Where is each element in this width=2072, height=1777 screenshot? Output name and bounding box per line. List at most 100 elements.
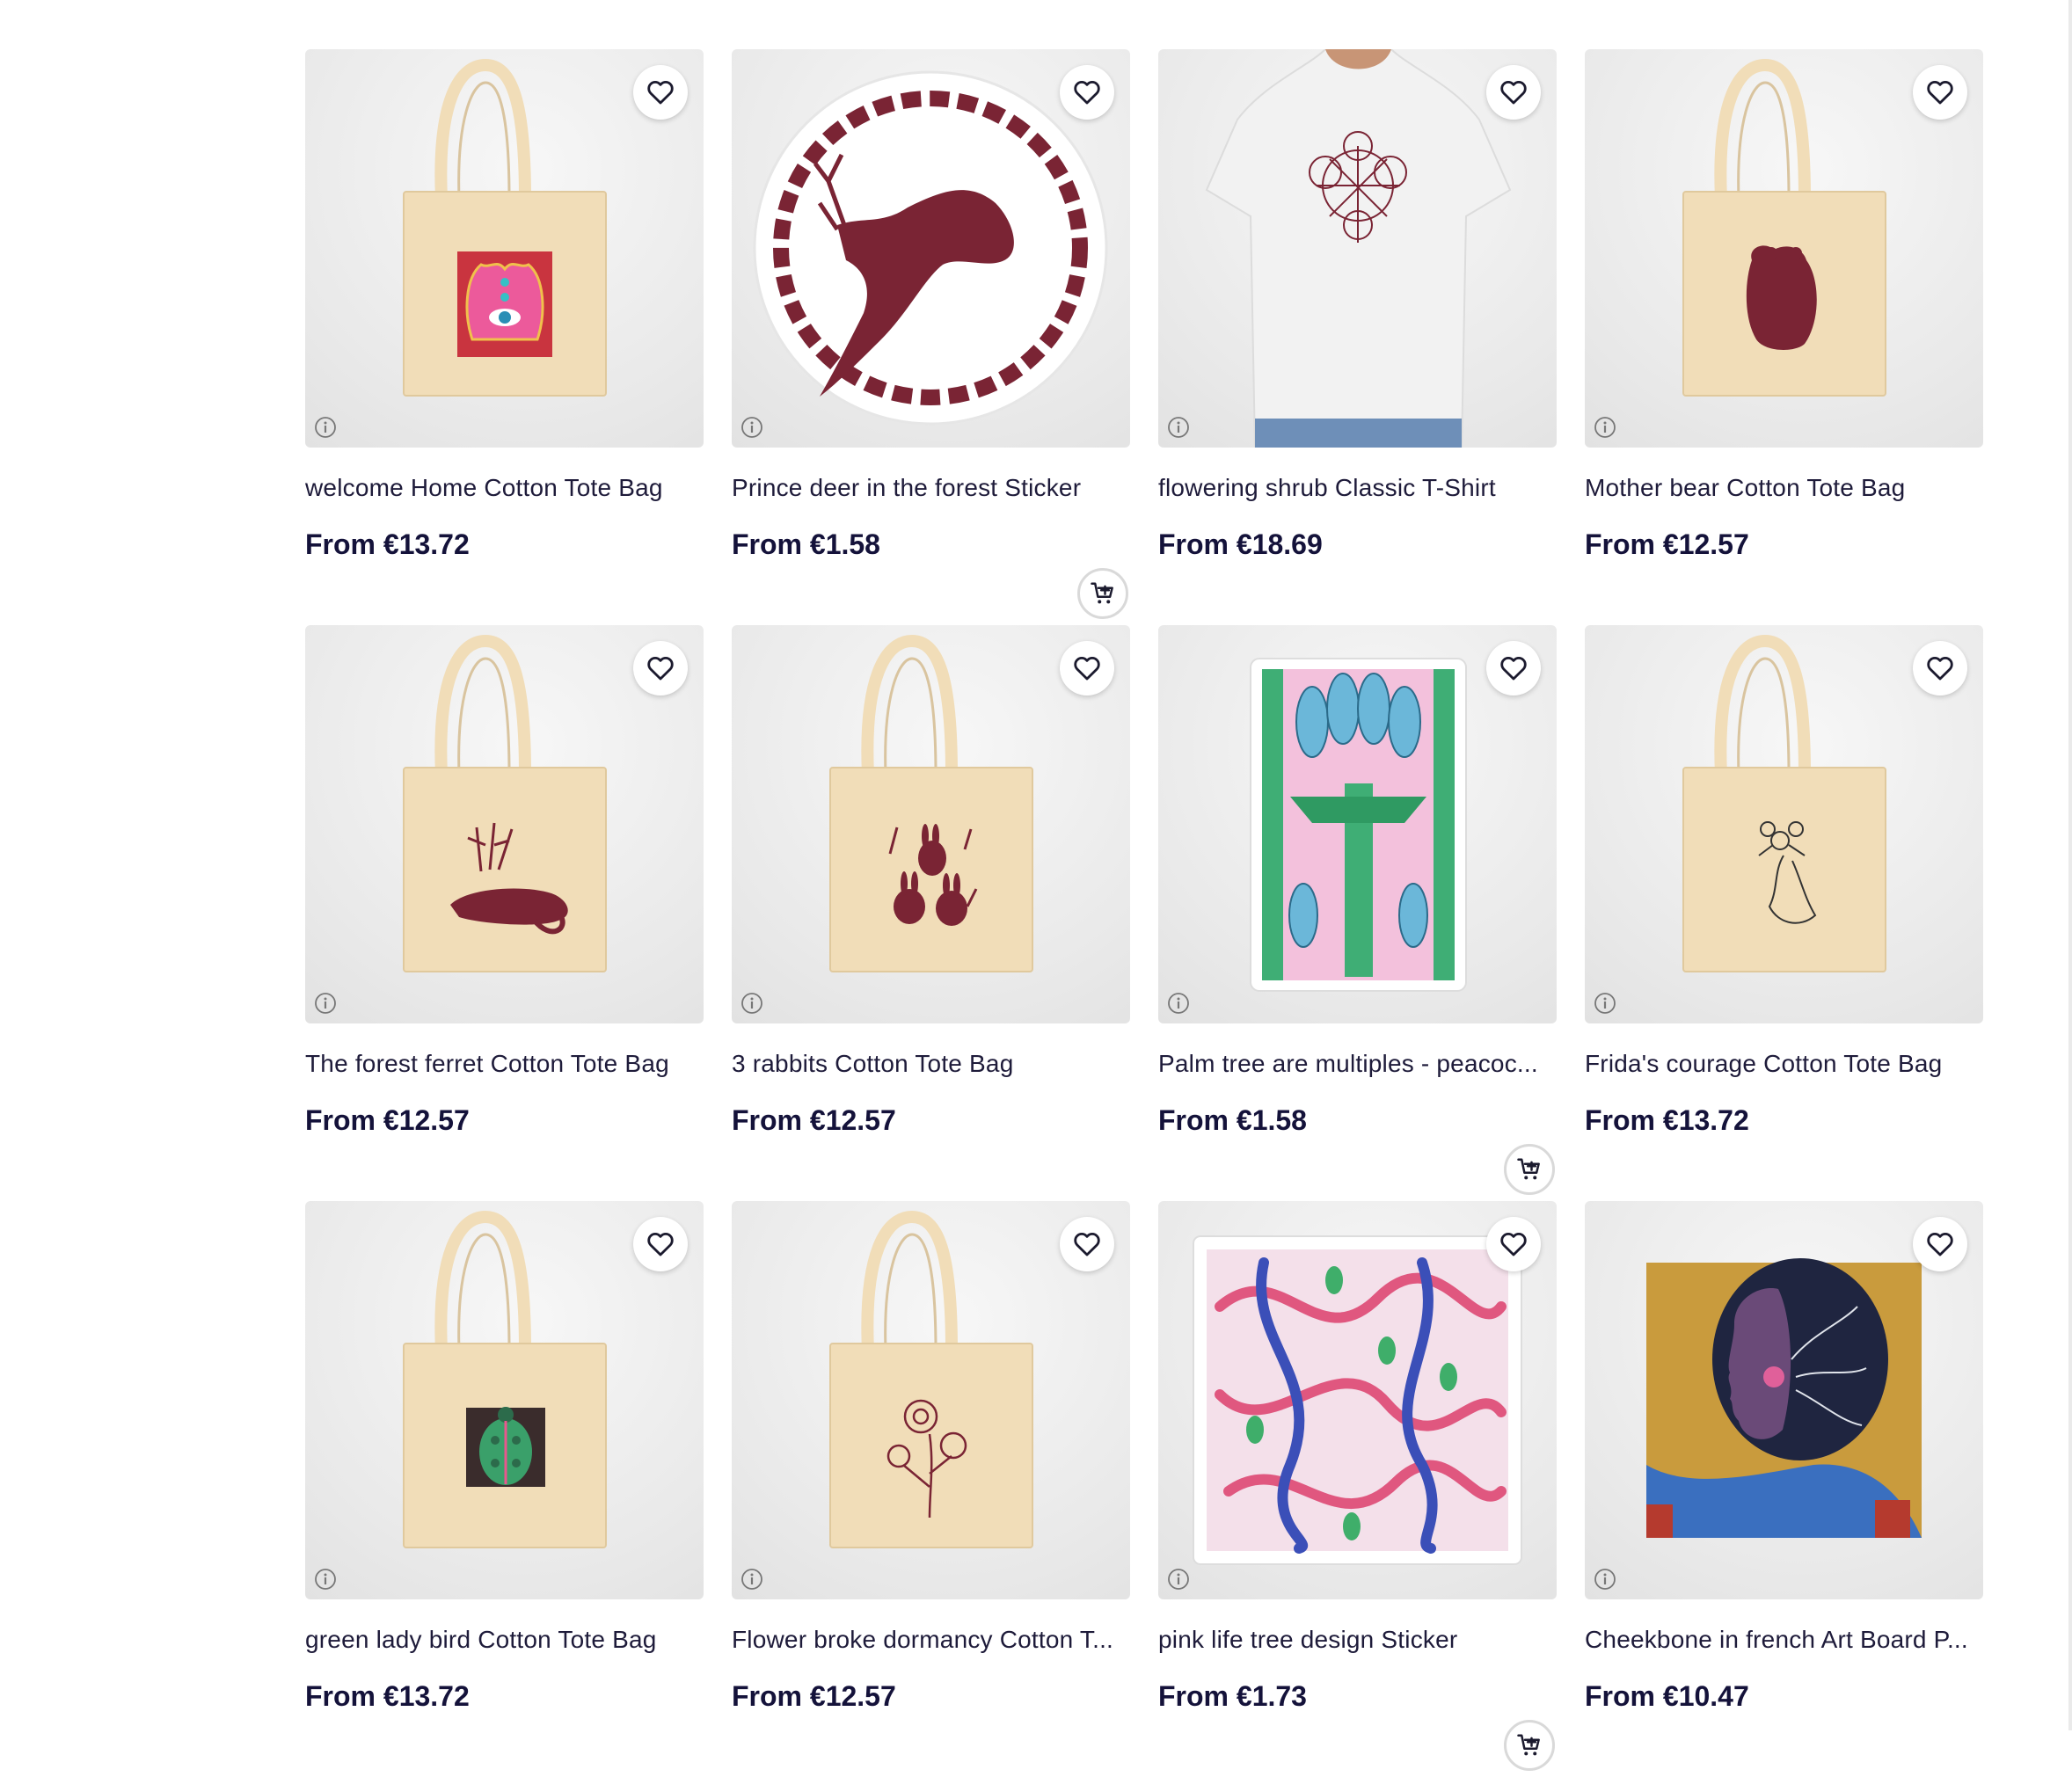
product-title[interactable]: Frida's courage Cotton Tote Bag — [1585, 1046, 1983, 1081]
product-image[interactable] — [305, 1201, 704, 1599]
product-title[interactable]: Mother bear Cotton Tote Bag — [1585, 470, 1983, 506]
product-title[interactable]: green lady bird Cotton Tote Bag — [305, 1622, 704, 1657]
product-image[interactable] — [305, 625, 704, 1023]
product-price: From €12.57 — [1585, 528, 1749, 560]
info-button[interactable] — [314, 992, 337, 1015]
product-image[interactable] — [1158, 625, 1557, 1023]
product-image[interactable] — [732, 625, 1130, 1023]
product-title[interactable]: pink life tree design Sticker — [1158, 1622, 1557, 1657]
favorite-button[interactable] — [1486, 641, 1541, 696]
product-image[interactable] — [305, 49, 704, 448]
info-button[interactable] — [1594, 416, 1616, 439]
product-price: From €12.57 — [732, 1104, 896, 1136]
info-icon — [1594, 417, 1616, 438]
info-icon — [741, 417, 762, 438]
info-button[interactable] — [1167, 416, 1190, 439]
heart-icon — [647, 1232, 674, 1256]
heart-icon — [1927, 80, 1953, 105]
favorite-button[interactable] — [1060, 641, 1114, 696]
product-title[interactable]: Prince deer in the forest Sticker — [732, 470, 1130, 506]
product-card[interactable]: Prince deer in the forest Sticker From €… — [732, 49, 1130, 625]
info-button[interactable] — [1167, 992, 1190, 1015]
heart-icon — [1074, 656, 1100, 681]
product-card[interactable]: The forest ferret Cotton Tote Bag From €… — [305, 625, 704, 1201]
product-card[interactable]: green lady bird Cotton Tote Bag From €13… — [305, 1201, 704, 1777]
favorite-button[interactable] — [1913, 65, 1967, 120]
product-price: From €1.58 — [1158, 1104, 1307, 1136]
product-title[interactable]: 3 rabbits Cotton Tote Bag — [732, 1046, 1130, 1081]
product-card[interactable]: Mother bear Cotton Tote Bag From €12.57 — [1585, 49, 1983, 625]
product-card[interactable]: Frida's courage Cotton Tote Bag From €13… — [1585, 625, 1983, 1201]
heart-icon — [1927, 656, 1953, 681]
product-card[interactable]: Palm tree are multiples - peacoc... From… — [1158, 625, 1557, 1201]
product-price: From €18.69 — [1158, 528, 1323, 560]
info-button[interactable] — [1594, 1568, 1616, 1591]
add-to-cart-button[interactable] — [1504, 1720, 1555, 1771]
product-title[interactable]: welcome Home Cotton Tote Bag — [305, 470, 704, 506]
info-button[interactable] — [314, 1568, 337, 1591]
product-card[interactable]: flowering shrub Classic T-Shirt From €18… — [1158, 49, 1557, 625]
favorite-button[interactable] — [1913, 641, 1967, 696]
favorite-button[interactable] — [1060, 65, 1114, 120]
favorite-button[interactable] — [1486, 1217, 1541, 1271]
product-image[interactable] — [1158, 49, 1557, 448]
product-price: From €12.57 — [305, 1104, 470, 1136]
product-title[interactable]: The forest ferret Cotton Tote Bag — [305, 1046, 704, 1081]
favorite-button[interactable] — [1913, 1217, 1967, 1271]
add-to-cart-button[interactable] — [1077, 568, 1128, 619]
add-to-cart-button[interactable] — [1504, 1144, 1555, 1195]
favorite-button[interactable] — [1060, 1217, 1114, 1271]
info-icon — [1594, 1569, 1616, 1590]
product-price: From €10.47 — [1585, 1680, 1749, 1712]
product-price: From €12.57 — [732, 1680, 896, 1712]
product-image[interactable] — [732, 1201, 1130, 1599]
product-card[interactable]: Flower broke dormancy Cotton T... From €… — [732, 1201, 1130, 1777]
product-title[interactable]: Palm tree are multiples - peacoc... — [1158, 1046, 1557, 1081]
product-card[interactable]: Cheekbone in french Art Board P... From … — [1585, 1201, 1983, 1777]
info-icon — [315, 417, 336, 438]
info-button[interactable] — [1167, 1568, 1190, 1591]
product-image[interactable] — [1585, 1201, 1983, 1599]
info-icon — [315, 993, 336, 1014]
product-title[interactable]: flowering shrub Classic T-Shirt — [1158, 470, 1557, 506]
heart-icon — [647, 80, 674, 105]
product-image[interactable] — [1585, 49, 1983, 448]
add-to-cart-icon — [1517, 1158, 1540, 1180]
info-button[interactable] — [1594, 992, 1616, 1015]
heart-icon — [1927, 1232, 1953, 1256]
info-button[interactable] — [741, 992, 763, 1015]
info-icon — [741, 1569, 762, 1590]
favorite-button[interactable] — [633, 1217, 688, 1271]
info-button[interactable] — [741, 1568, 763, 1591]
product-card[interactable]: pink life tree design Sticker From €1.73 — [1158, 1201, 1557, 1777]
product-image[interactable] — [1585, 625, 1983, 1023]
favorite-button[interactable] — [1486, 65, 1541, 120]
favorite-button[interactable] — [633, 65, 688, 120]
heart-icon — [1074, 1232, 1100, 1256]
heart-icon — [1500, 80, 1527, 105]
product-price: From €1.73 — [1158, 1680, 1307, 1712]
heart-icon — [647, 656, 674, 681]
product-price: From €13.72 — [305, 1680, 470, 1712]
heart-icon — [1500, 1232, 1527, 1256]
info-icon — [315, 1569, 336, 1590]
info-button[interactable] — [741, 416, 763, 439]
heart-icon — [1500, 656, 1527, 681]
product-price: From €1.58 — [732, 528, 880, 560]
product-image[interactable] — [732, 49, 1130, 448]
favorite-button[interactable] — [633, 641, 688, 696]
product-card[interactable]: welcome Home Cotton Tote Bag From €13.72 — [305, 49, 704, 625]
product-price: From €13.72 — [305, 528, 470, 560]
info-icon — [1594, 993, 1616, 1014]
product-image[interactable] — [1158, 1201, 1557, 1599]
info-icon — [1168, 993, 1189, 1014]
product-title[interactable]: Flower broke dormancy Cotton T... — [732, 1622, 1130, 1657]
add-to-cart-icon — [1517, 1734, 1540, 1756]
add-to-cart-icon — [1091, 582, 1113, 604]
product-grid: welcome Home Cotton Tote Bag From €13.72… — [305, 49, 1983, 1777]
product-card[interactable]: 3 rabbits Cotton Tote Bag From €12.57 — [732, 625, 1130, 1201]
scrollbar-track[interactable] — [2068, 0, 2072, 1730]
product-title[interactable]: Cheekbone in french Art Board P... — [1585, 1622, 1983, 1657]
info-icon — [741, 993, 762, 1014]
info-button[interactable] — [314, 416, 337, 439]
